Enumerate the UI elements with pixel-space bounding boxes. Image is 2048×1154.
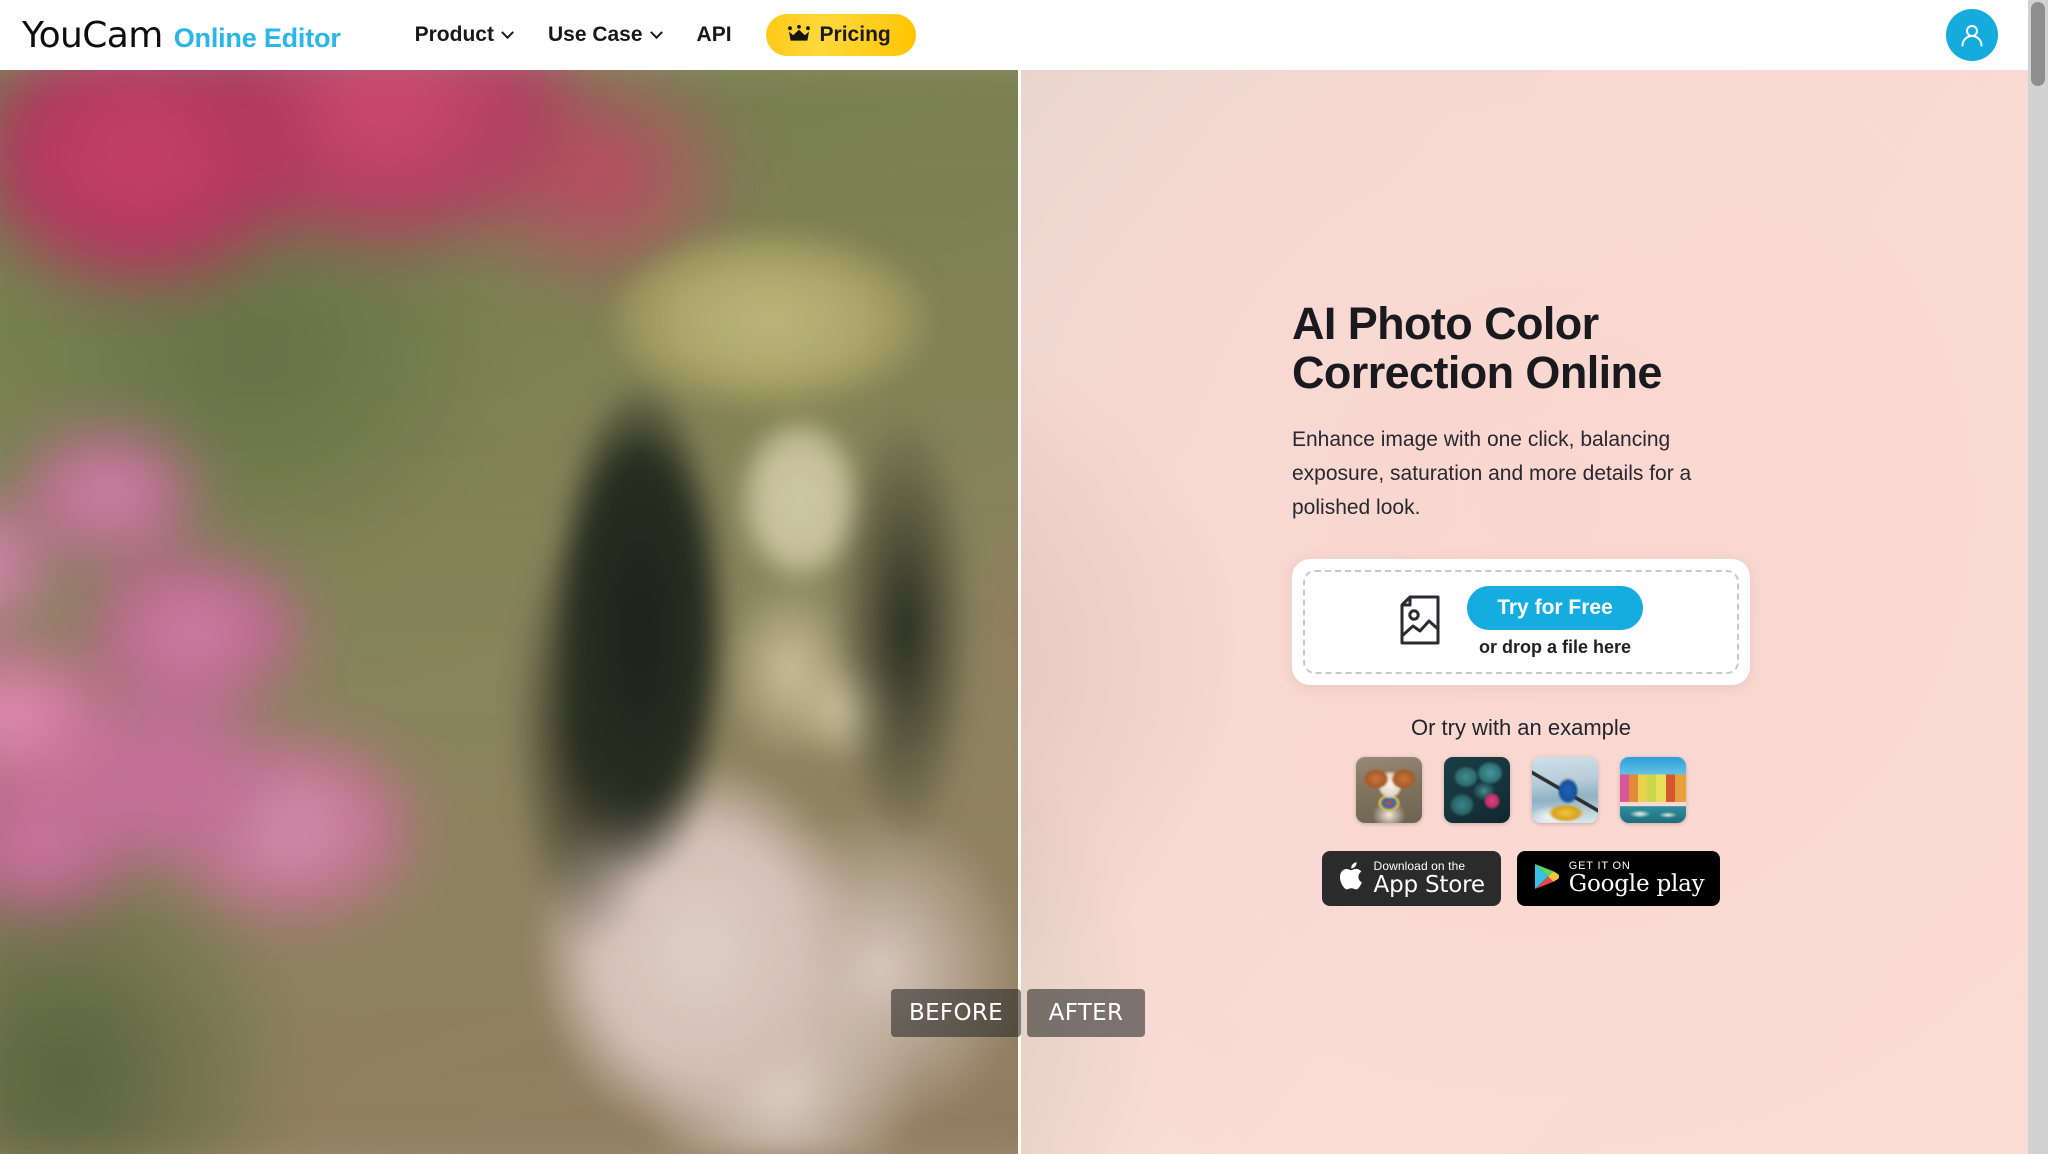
user-avatar-icon[interactable] bbox=[1946, 9, 1998, 61]
logo-secondary-text: Online Editor bbox=[173, 22, 341, 53]
example-thumbnail-dog-with-rope-toy[interactable] bbox=[1356, 757, 1422, 824]
example-thumbnail-colorful-burano-houses[interactable] bbox=[1620, 757, 1686, 824]
scrollbar-thumb[interactable] bbox=[2031, 2, 2045, 86]
example-thumbnail-kayaker-in-rapids[interactable] bbox=[1532, 757, 1598, 824]
comparison-toggle-group: BEFORE AFTER bbox=[891, 989, 1145, 1037]
try-for-free-button[interactable]: Try for Free bbox=[1467, 586, 1643, 631]
image-file-icon bbox=[1399, 595, 1441, 650]
pricing-button[interactable]: Pricing bbox=[765, 14, 916, 56]
google-play-badge[interactable]: GET IT ON Google play bbox=[1516, 851, 1721, 907]
upload-dropzone-inner[interactable]: Try for Free or drop a file here bbox=[1303, 570, 1739, 675]
site-header: YouCam Online Editor Product Use Case AP… bbox=[0, 0, 2028, 70]
hero-content-panel: AI Photo Color Correction Online Enhance… bbox=[1292, 298, 1762, 907]
before-color-tint bbox=[0, 70, 1018, 1154]
examples-label: Or try with an example bbox=[1410, 715, 1632, 741]
upload-dropzone[interactable]: Try for Free or drop a file here bbox=[1292, 559, 1750, 686]
chevron-down-icon bbox=[501, 25, 514, 39]
nav-label-api: API bbox=[696, 23, 732, 46]
app-store-badge[interactable]: Download on the App Store bbox=[1321, 851, 1501, 907]
app-store-badge-bottom-line: App Store bbox=[1373, 871, 1485, 898]
nav-item-use-case[interactable]: Use Case bbox=[530, 15, 679, 55]
main-navigation: Product Use Case API Pricing bbox=[397, 14, 916, 56]
nav-label-use-case: Use Case bbox=[547, 23, 643, 46]
upload-actions: Try for Free or drop a file here bbox=[1467, 586, 1643, 658]
page-description: Enhance image with one click, balancing … bbox=[1292, 428, 1692, 520]
pricing-label: Pricing bbox=[819, 23, 891, 46]
apple-logo-icon bbox=[1338, 860, 1364, 897]
app-store-badge-text: Download on the App Store bbox=[1374, 860, 1485, 897]
nav-label-product: Product bbox=[414, 23, 494, 46]
drop-file-hint: or drop a file here bbox=[1478, 637, 1632, 658]
example-thumbnail-lily-pads-with-pink-flower[interactable] bbox=[1444, 757, 1510, 824]
before-button[interactable]: BEFORE bbox=[891, 989, 1021, 1037]
page-title: AI Photo Color Correction Online bbox=[1292, 298, 1662, 398]
google-play-icon bbox=[1533, 862, 1559, 896]
google-play-badge-text: GET IT ON Google play bbox=[1568, 860, 1705, 898]
chevron-down-icon bbox=[649, 25, 663, 39]
hero-section: BEFORE AFTER AI Photo Color Correction O… bbox=[0, 70, 2028, 1154]
page-scrollbar[interactable] bbox=[2028, 0, 2048, 1154]
app-store-badge-group: Download on the App Store GET IT ON Goog… bbox=[1292, 851, 1750, 907]
page-root: YouCam Online Editor Product Use Case AP… bbox=[0, 0, 2048, 1154]
nav-item-api[interactable]: API bbox=[679, 15, 750, 55]
after-button[interactable]: AFTER bbox=[1026, 989, 1145, 1037]
google-play-badge-bottom-line: Google play bbox=[1568, 871, 1705, 898]
crown-icon bbox=[787, 24, 811, 46]
nav-item-product[interactable]: Product bbox=[397, 15, 530, 55]
site-logo[interactable]: YouCam Online Editor bbox=[22, 15, 341, 56]
before-image-pane bbox=[0, 70, 1018, 1154]
logo-primary-text: YouCam bbox=[22, 14, 163, 56]
example-thumbnail-list bbox=[1292, 757, 1750, 824]
